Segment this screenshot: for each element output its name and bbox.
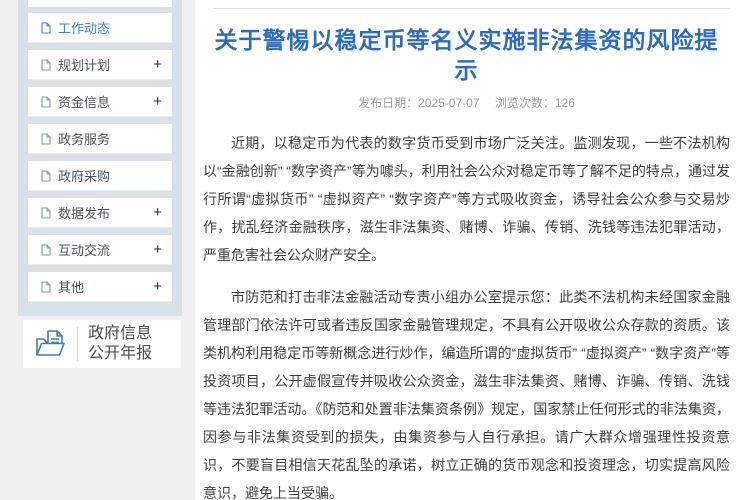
sidebar-item-7[interactable]: 其他 + xyxy=(28,272,172,302)
expand-plus-icon[interactable]: + xyxy=(153,204,162,221)
sidebar-item-clipped[interactable] xyxy=(28,0,172,7)
sidebar-item-0[interactable]: 工作动态 xyxy=(28,13,172,43)
sidebar-item-3[interactable]: 政务服务 xyxy=(28,124,172,154)
sidebar-item-label: 政府采购 xyxy=(58,169,111,184)
document-icon xyxy=(40,169,52,182)
page: 工作动态规划计划 + 资金信息 + 政务服务政府采购数据发布 + 互动交流 + 其他 + 政府信息… xyxy=(0,0,737,500)
sidebar-item-5[interactable]: 数据发布 + xyxy=(28,198,172,228)
sidebar-item-6[interactable]: 互动交流 + xyxy=(28,235,172,265)
article-body: 近期，以稳定币为代表的数字货币受到市场广泛关注。监测发现，一些不法机构以“金融创… xyxy=(203,129,730,500)
document-icon xyxy=(40,206,52,219)
document-icon xyxy=(40,132,52,145)
view-count: 浏览次数：126 xyxy=(494,96,575,110)
sidebar-item-label: 规划计划 xyxy=(58,58,111,73)
article-paragraph: 市防范和打击非法金融活动专责小组办公室提示您：此类不法机构未经国家金融管理部门依… xyxy=(203,289,730,500)
article-meta: 发布日期：2025-07-07 浏览次数：126 xyxy=(203,94,730,111)
expand-plus-icon[interactable]: + xyxy=(153,93,162,110)
divider xyxy=(77,327,78,361)
expand-plus-icon[interactable]: + xyxy=(153,241,162,258)
document-icon xyxy=(40,243,52,256)
annual-report-card[interactable]: 政府信息 公开年报 xyxy=(23,320,181,368)
document-icon xyxy=(40,95,52,108)
expand-plus-icon[interactable]: + xyxy=(153,56,162,73)
article-title: 关于警惕以稳定币等名义实施非法集资的风险提示 xyxy=(214,27,719,83)
document-icon xyxy=(40,280,52,293)
expand-plus-icon[interactable]: + xyxy=(153,278,162,295)
folder-document-icon xyxy=(33,328,69,360)
sidebar-item-label: 资金信息 xyxy=(58,95,111,110)
sidebar-item-label: 工作动态 xyxy=(58,21,111,36)
left-sidebar: 工作动态规划计划 + 资金信息 + 政务服务政府采购数据发布 + 互动交流 + 其他 + 政府信息… xyxy=(0,0,195,500)
publish-date: 发布日期：2025-07-07 xyxy=(358,96,480,110)
document-icon xyxy=(40,58,52,71)
sidebar-item-2[interactable]: 资金信息 + xyxy=(28,87,172,117)
sidebar-item-1[interactable]: 规划计划 + xyxy=(28,50,172,80)
article-paragraph: 近期，以稳定币为代表的数字货币受到市场广泛关注。监测发现，一些不法机构以“金融创… xyxy=(203,135,730,263)
sidebar-nav: 工作动态规划计划 + 资金信息 + 政务服务政府采购数据发布 + 互动交流 + 其他 + xyxy=(28,13,172,302)
sidebar-item-label: 互动交流 xyxy=(58,243,111,258)
sidebar-item-label: 政务服务 xyxy=(58,132,111,147)
article-main: 关于警惕以稳定币等名义实施非法集资的风险提示 发布日期：2025-07-07 浏… xyxy=(195,0,737,500)
sidebar-item-label: 数据发布 xyxy=(58,206,111,221)
annual-report-label: 政府信息 公开年报 xyxy=(88,325,153,362)
sidebar-menu-panel: 工作动态规划计划 + 资金信息 + 政务服务政府采购数据发布 + 互动交流 + 其他 + xyxy=(18,0,182,316)
sidebar-item-label: 其他 xyxy=(58,280,85,295)
sidebar-item-4[interactable]: 政府采购 xyxy=(28,161,172,191)
document-icon xyxy=(40,21,52,34)
top-divider xyxy=(213,8,730,9)
